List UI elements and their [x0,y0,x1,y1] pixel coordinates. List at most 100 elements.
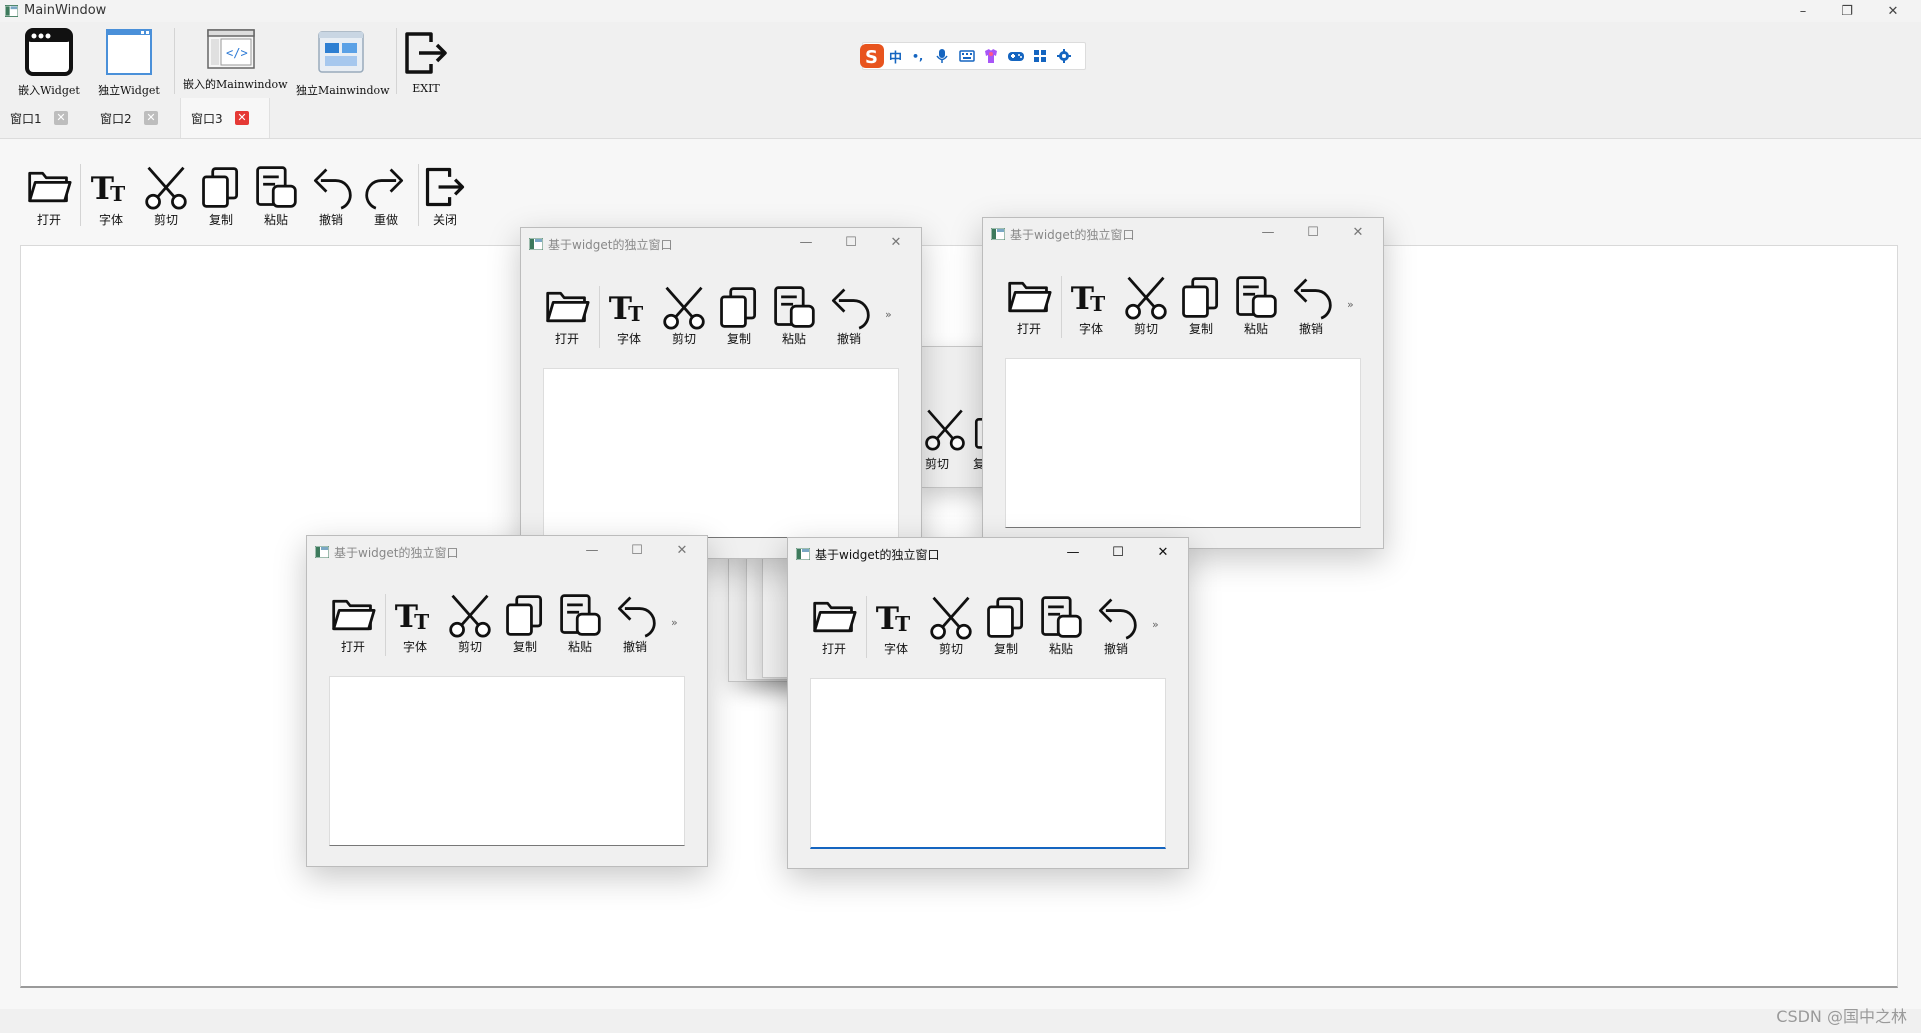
close-button[interactable]: ✕ [881,232,911,254]
embed-widget-button[interactable]: 嵌入Widget [16,26,82,98]
tab-close-button[interactable]: ✕ [235,111,249,125]
close-button[interactable]: ✕ [667,540,697,562]
minimize-button[interactable]: — [1253,222,1283,244]
paste-button[interactable]: 粘贴 [1230,274,1282,337]
mic-icon[interactable] [935,48,949,64]
maximize-button[interactable]: ☐ [622,540,652,562]
subwindow-title: 基于widget的独立窗口 [815,548,940,562]
toolbar-overflow-button[interactable]: » [1152,618,1159,631]
font-button[interactable]: 字体 [389,592,441,655]
toolbar-separator [1061,276,1062,338]
tab-close-button[interactable]: ✕ [54,111,68,125]
minimize-button[interactable]: — [1058,542,1088,564]
copy-icon [1176,274,1226,320]
open-button[interactable]: 打开 [22,164,76,228]
undo-button[interactable]: 撤销 [823,284,875,347]
maximize-button[interactable]: ☐ [1298,222,1328,244]
subwindow-text-area[interactable] [329,676,685,846]
copy-button[interactable]: 复制 [713,284,765,347]
minimize-button[interactable]: – [1783,0,1823,22]
open-button[interactable]: 打开 [1003,274,1055,337]
cut-button[interactable]: 剪切 [139,164,193,228]
close-button[interactable]: ✕ [1343,222,1373,244]
apps-icon[interactable] [1033,49,1047,63]
font-button[interactable]: 字体 [1065,274,1117,337]
subwindow-title-bar[interactable]: 基于widget的独立窗口 — ☐ ✕ [521,228,921,258]
cut-button[interactable]: 剪切 [444,592,496,655]
toolbar-overflow-button[interactable]: » [885,308,892,321]
gamepad-icon[interactable] [1007,49,1025,63]
subwindow-text-area[interactable] [810,678,1166,849]
undo-button[interactable]: 撤销 [1285,274,1337,337]
close-page-button[interactable]: 关闭 [418,164,472,228]
minimize-button[interactable]: — [577,540,607,562]
subwindow-active[interactable]: 基于widget的独立窗口 — ☐ ✕ 打开 字体 剪切 复制 粘贴 撤销 » [787,537,1189,869]
subwindow-text-area[interactable] [1005,358,1361,528]
subwindow[interactable]: 基于widget的独立窗口 — ☐ ✕ 打开 字体 剪切 复制 粘贴 撤销 » [982,217,1384,549]
settings-icon[interactable] [1057,49,1072,63]
paste-icon [769,284,819,330]
scissors-icon [923,407,967,451]
close-button[interactable]: ✕ [1148,542,1178,564]
cut-button[interactable]: 剪切 [1120,274,1172,337]
title-bar: MainWindow – ❐ ✕ [0,0,1921,22]
redo-button[interactable]: 重做 [359,164,413,228]
maximize-button[interactable]: ☐ [1103,542,1133,564]
restore-button[interactable]: ❐ [1827,0,1867,22]
tab-window-2[interactable]: 窗口2 ✕ [90,98,180,138]
subwindow-title-bar[interactable]: 基于widget的独立窗口 — ☐ ✕ [983,218,1383,248]
keyboard-icon[interactable] [959,49,975,63]
open-label: 打开 [821,642,846,656]
embedded-mainwindow-button[interactable]: </> 嵌入的Mainwindow [183,26,288,92]
ime-mode-label[interactable]: 中 [889,47,902,66]
copy-button[interactable]: 复制 [1175,274,1227,337]
standalone-mainwindow-button[interactable]: 独立Mainwindow [296,26,390,98]
maximize-button[interactable]: ☐ [836,232,866,254]
font-button[interactable]: 字体 [84,164,138,228]
copy-label: 复制 [512,640,537,654]
tab-window-1[interactable]: 窗口1 ✕ [0,98,90,138]
paste-button[interactable]: 粘贴 [554,592,606,655]
open-button[interactable]: 打开 [808,594,860,657]
copy-button[interactable]: 复制 [499,592,551,655]
tab-close-button[interactable]: ✕ [144,111,158,125]
toolbar-separator [866,596,867,658]
open-button[interactable]: 打开 [541,284,593,347]
subwindow-text-area[interactable] [543,368,899,538]
subwindow-title-bar[interactable]: 基于widget的独立窗口 — ☐ ✕ [307,536,707,566]
app-icon [529,238,543,250]
open-button[interactable]: 打开 [327,592,379,655]
toolbar-overflow-button[interactable]: » [671,616,678,629]
copy-button[interactable]: 复制 [980,594,1032,657]
minimize-button[interactable]: — [791,232,821,254]
close-button[interactable]: ✕ [1873,0,1913,22]
subwindow[interactable]: 基于widget的独立窗口 — ☐ ✕ 打开 字体 剪切 复制 粘贴 撤销 » [306,535,708,867]
font-button[interactable]: 字体 [870,594,922,657]
skin-icon[interactable] [983,48,999,64]
toolbar-separator [385,594,386,656]
ime-toolbar[interactable]: S 中 •, [860,42,1086,70]
exit-button[interactable]: EXIT [398,26,454,95]
cut-button[interactable]: 剪切 [658,284,710,347]
subwindow[interactable]: 基于widget的独立窗口 — ☐ ✕ 打开 字体 剪切 复制 粘贴 撤销 » [520,227,922,559]
undo-button[interactable]: 撤销 [1090,594,1142,657]
font-label: 字体 [98,213,123,227]
undo-button[interactable]: 撤销 [609,592,661,655]
paste-button[interactable]: 粘贴 [249,164,303,228]
paste-button[interactable]: 粘贴 [1035,594,1087,657]
undo-button[interactable]: 撤销 [304,164,358,228]
cut-label: 剪切 [925,457,950,471]
copy-button[interactable]: 复制 [194,164,248,228]
subwindow-title-bar[interactable]: 基于widget的独立窗口 — ☐ ✕ [788,538,1188,568]
cut-button[interactable]: 剪切 [925,594,977,657]
toolbar-separator [174,28,175,94]
tab-window-3[interactable]: 窗口3 ✕ [180,98,270,138]
toolbar-overflow-button[interactable]: » [1347,298,1354,311]
paste-button[interactable]: 粘贴 [768,284,820,347]
ime-punct-label[interactable]: •, [912,50,923,63]
font-icon [604,284,654,330]
font-button[interactable]: 字体 [603,284,655,347]
standalone-widget-button[interactable]: 独立Widget [96,26,162,98]
paste-icon [1231,274,1281,320]
undo-icon [305,164,357,210]
